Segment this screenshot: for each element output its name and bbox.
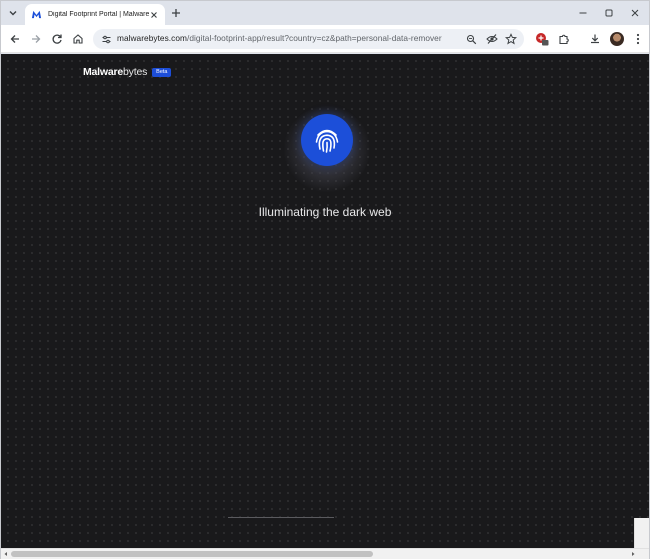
tracking-protection-button[interactable] [485, 32, 499, 46]
malwarebytes-icon [31, 10, 42, 19]
brand-name-light: bytes [123, 66, 148, 78]
extensions-button[interactable] [556, 31, 572, 47]
beta-badge: Beta [152, 67, 172, 77]
home-button[interactable] [70, 31, 86, 47]
maximize-button[interactable] [601, 5, 617, 21]
profile-avatar[interactable] [610, 32, 624, 46]
browser-menu-button[interactable] [630, 31, 646, 47]
tab-search-button[interactable] [5, 5, 21, 21]
browser-window: Digital Footprint Portal | Malwarebytes [0, 0, 650, 559]
horizontal-scrollbar-thumb[interactable] [11, 551, 373, 557]
kebab-menu-icon [636, 33, 640, 45]
extension-button[interactable] [534, 31, 550, 47]
fingerprint-icon [315, 129, 339, 153]
browser-toolbar: malwarebytes.com/digital-footprint-app/r… [1, 25, 649, 53]
caret-right-icon [632, 552, 635, 556]
downloads-button[interactable] [587, 31, 603, 47]
caret-left-icon [4, 552, 7, 556]
close-icon [631, 9, 639, 17]
extension-badge-icon [536, 33, 549, 46]
chevron-down-icon [9, 11, 17, 16]
site-info-button[interactable] [99, 32, 113, 46]
brand-wordmark: Malwarebytes [83, 66, 147, 78]
tab-close-button[interactable] [149, 10, 159, 20]
plus-icon [172, 9, 180, 17]
zoom-button[interactable] [464, 32, 478, 46]
vertical-scrollbar[interactable] [634, 518, 649, 548]
close-icon [151, 11, 157, 18]
loading-status-text: Illuminating the dark web [258, 205, 392, 219]
page-content: Malwarebytes Beta Illuminating the dark … [1, 54, 649, 548]
star-icon [505, 33, 517, 45]
scroll-right-button[interactable] [629, 550, 637, 558]
tab-title: Digital Footprint Portal | Malwarebytes [48, 11, 149, 18]
url-host: malwarebytes.com [117, 33, 187, 43]
minimize-icon [579, 12, 587, 14]
forward-arrow-icon [32, 35, 41, 43]
minimize-button[interactable] [575, 5, 591, 21]
close-window-button[interactable] [627, 5, 643, 21]
tab-active[interactable]: Digital Footprint Portal | Malwarebytes [25, 4, 165, 25]
url-text: malwarebytes.com/digital-footprint-app/r… [117, 33, 442, 43]
progress-indicator [228, 517, 334, 518]
reload-icon [52, 34, 62, 44]
zoom-icon [466, 34, 476, 44]
tune-icon [102, 35, 110, 43]
scroll-left-button[interactable] [2, 550, 10, 558]
reload-button[interactable] [49, 31, 65, 47]
back-arrow-icon [10, 35, 19, 43]
back-button[interactable] [7, 31, 23, 47]
brand-name-bold: Malware [83, 66, 124, 78]
horizontal-scrollbar[interactable] [1, 548, 649, 559]
eye-off-icon [486, 34, 498, 44]
puzzle-icon [559, 34, 569, 45]
url-path: /digital-footprint-app/result?country=cz… [186, 33, 442, 43]
brand-logo[interactable]: Malwarebytes Beta [83, 66, 172, 78]
new-tab-button[interactable] [169, 6, 183, 20]
tab-strip: Digital Footprint Portal | Malwarebytes [1, 1, 649, 25]
download-icon [591, 34, 599, 44]
bookmark-button[interactable] [504, 32, 518, 46]
forward-button[interactable] [28, 31, 44, 47]
maximize-icon [605, 9, 613, 17]
home-icon [73, 34, 83, 44]
fingerprint-loader [301, 114, 353, 166]
address-bar[interactable]: malwarebytes.com/digital-footprint-app/r… [93, 29, 524, 49]
